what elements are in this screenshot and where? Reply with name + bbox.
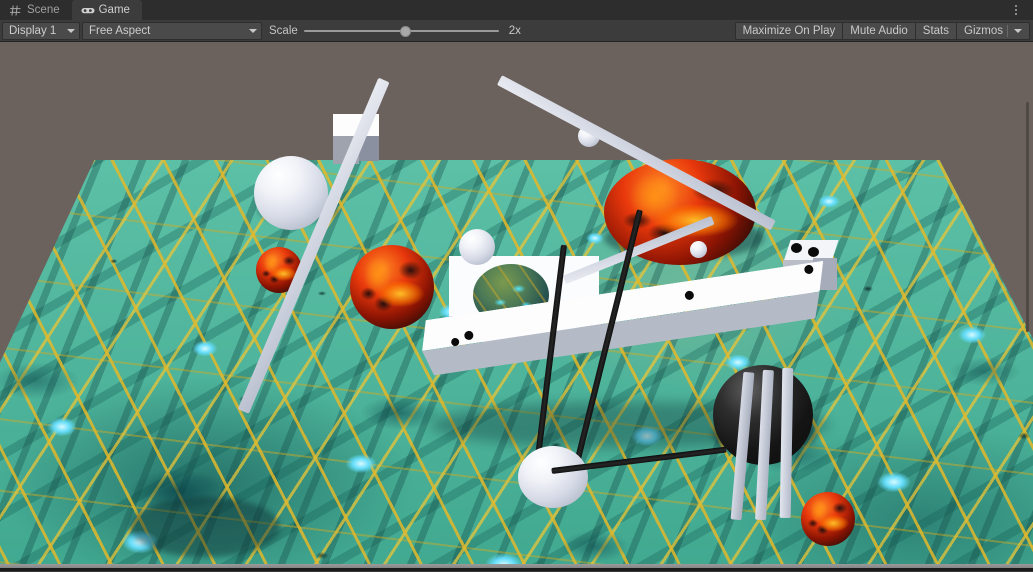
gray-bar-3 [779, 367, 794, 519]
maximize-on-play-button[interactable]: Maximize On Play [734, 21, 844, 40]
white-sphere-skewered [518, 446, 588, 508]
white-sphere-left [254, 156, 328, 230]
stats-button[interactable]: Stats [914, 21, 958, 40]
tab-game-label: Game [98, 4, 130, 16]
chevron-down-icon[interactable] [1014, 28, 1022, 33]
game-view-render-area[interactable] [0, 42, 1033, 571]
tab-scene-label: Scene [27, 4, 60, 16]
chevron-down-icon [249, 28, 257, 33]
gizmos-divider [1007, 24, 1008, 37]
maximize-on-play-label: Maximize On Play [742, 24, 836, 37]
scale-slider-knob[interactable] [399, 25, 411, 37]
grid-hash-icon [9, 4, 22, 17]
scale-control: Scale 2x [269, 23, 531, 39]
stats-label: Stats [922, 24, 950, 37]
chevron-down-icon [67, 28, 75, 33]
unity-editor-window: Scene Game Display 1 Free Aspect Scale 2… [0, 0, 1033, 572]
gray-bar-2 [755, 369, 774, 521]
mute-audio-label: Mute Audio [850, 24, 908, 37]
game-view-toolbar: Display 1 Free Aspect Scale 2x Maximize … [0, 20, 1033, 42]
aspect-ratio-value: Free Aspect [89, 24, 151, 37]
eye-dot-left [791, 243, 802, 253]
gamepad-icon [81, 4, 95, 17]
eye-dot-right [808, 247, 819, 257]
lava-sphere-mid [350, 245, 434, 329]
display-select-value: Display 1 [9, 24, 57, 37]
panel-options-kebab-button[interactable] [1005, 0, 1027, 20]
display-select[interactable]: Display 1 [2, 21, 80, 40]
vertical-ellipsis-icon [1015, 3, 1017, 16]
scale-value: 2x [508, 24, 521, 37]
scale-slider[interactable] [303, 23, 499, 39]
aspect-ratio-select[interactable]: Free Aspect [82, 21, 262, 40]
gizmos-button[interactable]: Gizmos [956, 21, 1030, 40]
game-view-bottom-edge [0, 568, 1033, 571]
gray-bar-trio [730, 367, 827, 532]
gizmos-label: Gizmos [964, 24, 1003, 37]
tab-scene[interactable]: Scene [0, 0, 72, 20]
mute-audio-button[interactable]: Mute Audio [842, 21, 916, 40]
game-view-scrollbar[interactable] [1026, 102, 1029, 332]
white-sphere-tiny-lava [690, 241, 707, 258]
tab-game[interactable]: Game [71, 0, 142, 20]
scale-label: Scale [269, 24, 298, 37]
panel-tab-bar: Scene Game [0, 0, 1033, 20]
white-sphere-center [459, 229, 495, 265]
shadow-large-cube [130, 497, 280, 557]
